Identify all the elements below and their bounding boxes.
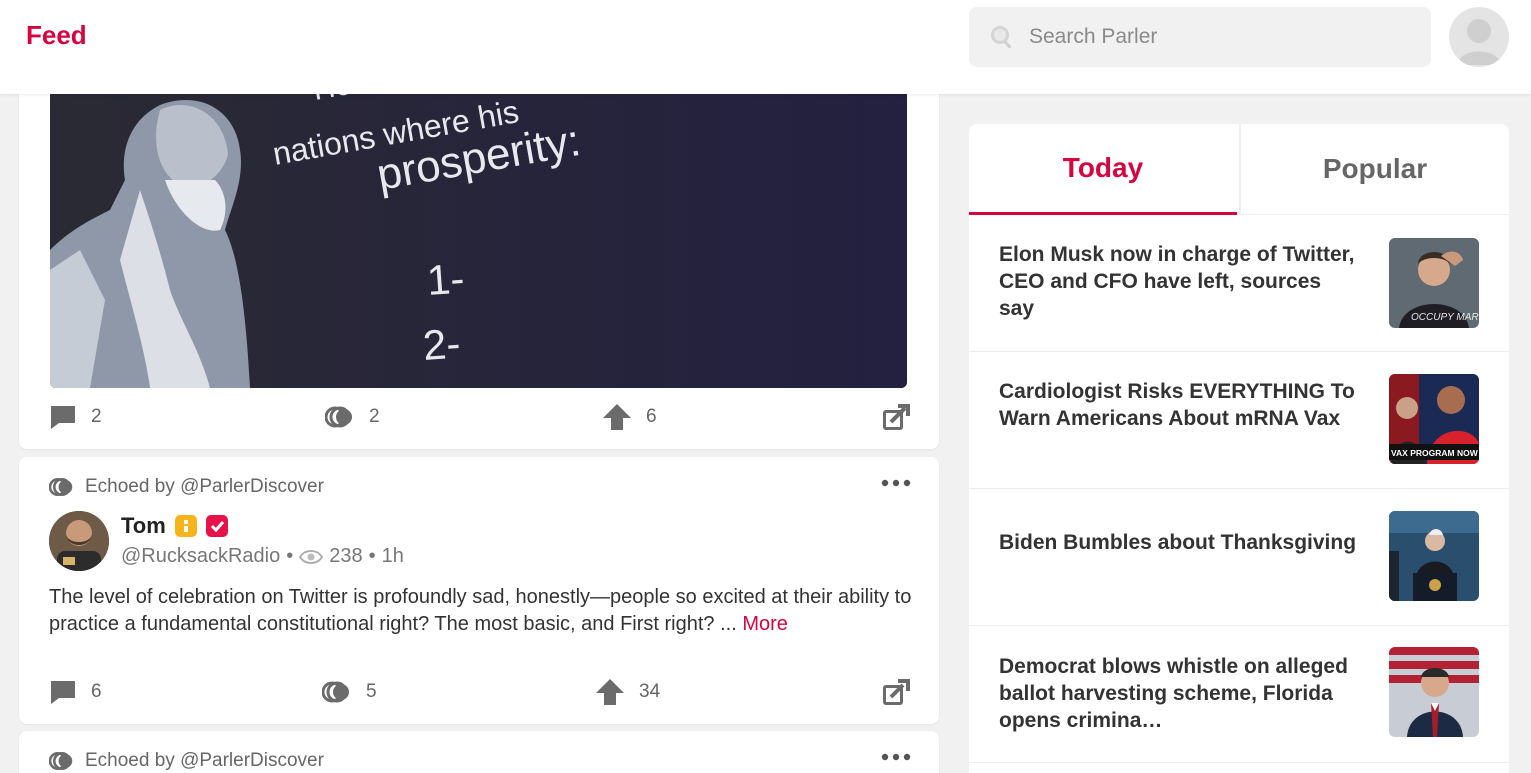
user-silhouette-icon xyxy=(1457,19,1501,65)
upvote-count: 34 xyxy=(639,681,661,702)
search-box[interactable] xyxy=(969,7,1431,67)
image-text-line: 2- xyxy=(421,319,462,368)
echoed-by-line: Echoed by @ParlerDiscover xyxy=(49,749,324,773)
news-headline[interactable]: Democrat blows whistle on alleged ballot… xyxy=(999,653,1359,734)
author-handle[interactable]: @RucksackRadio xyxy=(121,545,280,568)
news-thumbnail-image xyxy=(1389,511,1479,601)
author-photo xyxy=(49,511,109,571)
echo-icon xyxy=(322,681,349,703)
news-thumbnail-image: OCCUPY MARS xyxy=(1389,238,1479,328)
post-card: Echoed by @ParlerDiscover Tom @RucksackR… xyxy=(19,457,939,724)
more-options-icon[interactable] xyxy=(881,479,911,487)
author-meta: @RucksackRadio • 238 • 1h xyxy=(121,545,404,568)
news-headline[interactable]: Cardiologist Risks EVERYTHING To Warn Am… xyxy=(999,378,1359,432)
upvote-button[interactable]: 6 xyxy=(602,400,657,434)
post-card: Echoed by @ParlerDiscover xyxy=(19,731,939,773)
comment-icon xyxy=(51,406,75,429)
comment-button[interactable]: 2 xyxy=(49,400,102,434)
comment-icon xyxy=(51,681,75,704)
upvote-button[interactable]: 34 xyxy=(595,675,660,709)
post-time: 1h xyxy=(381,545,404,567)
echo-icon xyxy=(49,478,73,496)
comment-count: 6 xyxy=(91,681,102,702)
page-title[interactable]: Feed xyxy=(26,20,87,51)
echo-icon xyxy=(325,406,352,428)
upvote-icon xyxy=(603,404,631,430)
author-name[interactable]: Tom xyxy=(121,513,166,539)
echo-count: 2 xyxy=(369,406,380,427)
post-actions: 2 2 6 xyxy=(49,400,911,434)
verified-badge-icon xyxy=(205,515,228,537)
tab-today[interactable]: Today xyxy=(969,124,1237,215)
share-icon xyxy=(883,679,910,705)
image-text-line: 1- xyxy=(425,254,466,303)
news-thumbnail-image xyxy=(1389,647,1479,737)
thumb-caption: VAX PROGRAM NOW xyxy=(1391,448,1479,458)
news-item[interactable]: Biden Bumbles about Thanksgiving xyxy=(969,489,1509,626)
views-eye-icon xyxy=(299,549,324,564)
tab-popular[interactable]: Popular xyxy=(1239,124,1509,215)
author-avatar[interactable] xyxy=(49,511,109,571)
more-link[interactable]: More xyxy=(742,613,788,635)
echo-icon xyxy=(49,752,73,770)
comment-button[interactable]: 6 xyxy=(49,675,102,709)
trending-panel: Today Popular Elon Musk now in charge of… xyxy=(969,124,1509,773)
top-bar: Feed xyxy=(0,0,1531,94)
echo-button[interactable]: 2 xyxy=(325,400,380,434)
news-thumbnail[interactable] xyxy=(1389,647,1479,737)
news-item[interactable]: Elon Musk now in charge of Twitter, CEO … xyxy=(969,215,1509,352)
echoed-by-text[interactable]: Echoed by @ParlerDiscover xyxy=(85,750,324,772)
post-body: The level of celebration on Twitter is p… xyxy=(49,584,917,638)
search-icon xyxy=(991,26,1012,49)
trending-tabs: Today Popular xyxy=(969,124,1509,215)
share-icon xyxy=(883,404,910,430)
thumb-caption: OCCUPY MARS xyxy=(1411,312,1479,323)
share-button[interactable] xyxy=(881,400,911,434)
post-actions: 6 5 34 xyxy=(49,675,911,709)
echo-button[interactable]: 5 xyxy=(322,675,377,709)
view-count: 238 xyxy=(329,545,363,567)
post-image[interactable]: Here nations where his prosperity: 1- 2- xyxy=(50,60,907,388)
search-input[interactable] xyxy=(1029,25,1409,49)
news-thumbnail-image: VAX PROGRAM NOW xyxy=(1389,374,1479,464)
news-thumbnail[interactable]: VAX PROGRAM NOW xyxy=(1389,374,1479,464)
news-item[interactable]: Cardiologist Risks EVERYTHING To Warn Am… xyxy=(969,352,1509,489)
post-image-graphic: Here nations where his prosperity: 1- 2- xyxy=(50,60,907,388)
user-avatar[interactable] xyxy=(1449,7,1509,67)
more-options-icon[interactable] xyxy=(881,753,911,761)
news-thumbnail[interactable]: OCCUPY MARS xyxy=(1389,238,1479,328)
news-headline[interactable]: Biden Bumbles about Thanksgiving xyxy=(999,529,1359,556)
comment-count: 2 xyxy=(91,406,102,427)
echoed-by-line: Echoed by @ParlerDiscover xyxy=(49,475,324,499)
news-headline[interactable]: Elon Musk now in charge of Twitter, CEO … xyxy=(999,241,1359,322)
echo-count: 5 xyxy=(366,681,377,702)
post-card: Here nations where his prosperity: 1- 2-… xyxy=(19,60,939,449)
gold-badge-icon xyxy=(174,515,197,537)
share-button[interactable] xyxy=(881,675,911,709)
upvote-icon xyxy=(596,679,624,705)
news-thumbnail[interactable] xyxy=(1389,511,1479,601)
upvote-count: 6 xyxy=(646,406,657,427)
echoed-by-text[interactable]: Echoed by @ParlerDiscover xyxy=(85,476,324,498)
author-name-row: Tom xyxy=(121,513,228,539)
news-item[interactable]: Democrat blows whistle on alleged ballot… xyxy=(969,626,1509,763)
